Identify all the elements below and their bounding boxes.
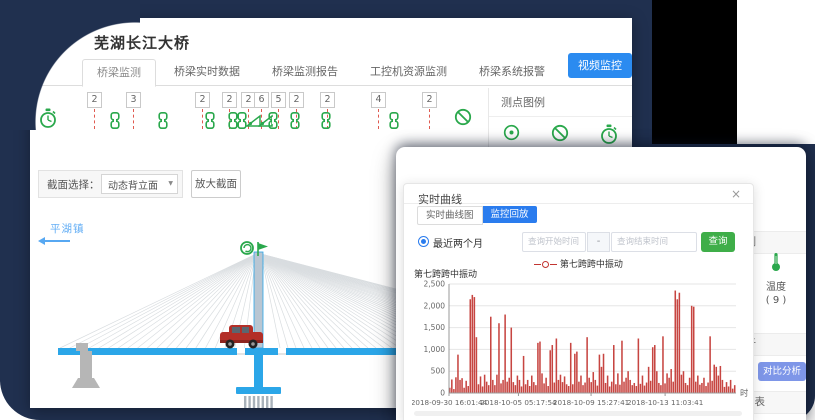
tab-桥梁监测报告[interactable]: 桥梁监测报告 (258, 59, 352, 84)
temperature-label: 温度 (756, 278, 796, 293)
sensor-count-badge: 2 (195, 92, 210, 108)
svg-text:2018-10-09 15:27:41: 2018-10-09 15:27:41 (553, 398, 629, 407)
tab-工控机资源监测[interactable]: 工控机资源监测 (356, 59, 461, 84)
svg-text:2018-09-30 16:01:44: 2018-09-30 16:01:44 (412, 398, 488, 407)
chain-link-sensor-icon[interactable] (205, 112, 215, 133)
tab-bar: 桥梁监测桥梁实时数据桥梁监测报告工控机资源监测桥梁系统报警 视频监控 (30, 59, 632, 86)
sensor-drop-line (133, 109, 134, 129)
svg-text:500: 500 (431, 367, 446, 376)
query-controls: 最近两个月 - 查询 (417, 232, 742, 254)
section-dropdown[interactable]: 动态背立面 ▼ (101, 174, 178, 194)
sensor-drop-line (278, 109, 279, 129)
disabled-sensor-icon[interactable] (551, 124, 569, 149)
chain-link-sensor-icon[interactable] (389, 112, 399, 133)
realtime-curve-modal: 实时曲线 × 实时曲线图 监控回放 最近两个月 - 查询 第七跨跨中振动 第七跨… (403, 183, 754, 420)
tab-桥梁监测[interactable]: 桥梁监测 (82, 59, 156, 87)
popup-window: 测点图例 温度 ( 9 ) 对比分析 对比分析 已选测点列表 实时曲线 × 实时 (396, 147, 806, 420)
enlarge-section-button[interactable]: 放大截面 (191, 170, 241, 198)
sensor-count-badge: 5 (271, 92, 286, 108)
sensor-count-badge: 2 (320, 92, 335, 108)
svg-text:0: 0 (440, 389, 445, 398)
close-icon[interactable]: × (731, 187, 741, 201)
chain-link-sensor-icon[interactable] (321, 112, 331, 133)
sensor-count-badge: 2 (222, 92, 237, 108)
sensor-drop-line (429, 109, 430, 129)
end-time-input[interactable] (611, 232, 697, 252)
bridge-side-label: 平湖镇 (50, 221, 85, 236)
chain-link-sensor-icon[interactable] (158, 112, 168, 133)
chevron-down-icon: ▼ (168, 180, 173, 187)
legend-dash (534, 264, 541, 266)
compare-analysis-button[interactable]: 对比分析 (758, 362, 806, 381)
sensor-drop-line (378, 109, 379, 129)
vibration-chart[interactable]: 第七跨跨中振动 0 500 1,000 1,500 2,000 2,500 2018-09-3… (412, 268, 748, 413)
temperature-legend-item[interactable]: 温度 ( 9 ) (756, 252, 796, 306)
sensor-count-badge: 2 (422, 92, 437, 108)
chain-link-sensor-icon[interactable] (110, 112, 120, 133)
tab-monitor-playback[interactable]: 监控回放 (483, 206, 537, 223)
range-separator: - (587, 232, 610, 252)
background-corner (737, 0, 815, 144)
start-time-input[interactable] (522, 232, 586, 252)
legend-circle-icon (542, 261, 549, 268)
page-title: 芜湖长江大桥 (94, 32, 190, 53)
stopwatch-icon[interactable] (600, 124, 618, 149)
disabled-sensor-icon[interactable] (454, 108, 472, 130)
query-button[interactable]: 查询 (701, 232, 735, 252)
svg-text:2018-10-05 05:17:54: 2018-10-05 05:17:54 (480, 398, 557, 407)
sensor-count-badge: 2 (289, 92, 304, 108)
modal-tab-group: 实时曲线图 监控回放 (417, 206, 537, 225)
sensor-count-badge: 3 (126, 92, 141, 108)
sensor-count-badge: 6 (254, 92, 269, 108)
radio-last-two-months[interactable] (418, 236, 429, 247)
sensor-dot-icon[interactable] (503, 124, 520, 149)
black-video-area (652, 0, 737, 144)
thermometer-icon (770, 252, 782, 272)
chart-scrollbar[interactable] (414, 411, 742, 416)
legend-panel-title: 测点图例 (489, 88, 632, 117)
sensor-drop-line (94, 109, 95, 129)
stopwatch-icon[interactable] (39, 108, 57, 133)
svg-text:时间: 时间 (740, 388, 748, 399)
tab-桥梁系统报警[interactable]: 桥梁系统报警 (465, 59, 559, 84)
tab-桥梁实时数据[interactable]: 桥梁实时数据 (160, 59, 254, 84)
sensor-drop-line (202, 109, 203, 129)
modal-header: 实时曲线 × (404, 184, 753, 204)
svg-text:2018-10-13 11:03:41: 2018-10-13 11:03:41 (627, 398, 703, 407)
sensor-count-badge: 4 (371, 92, 386, 108)
chain-link-sensor-icon[interactable] (290, 112, 300, 133)
modal-title: 实时曲线 (418, 193, 462, 206)
screen: 芜湖长江大桥 桥梁监测桥梁实时数据桥梁监测报告工控机资源监测桥梁系统报警 视频监… (0, 0, 815, 420)
radio-label: 最近两个月 (433, 235, 483, 250)
legend-dash (550, 264, 557, 266)
section-select-label: 截面选择： (47, 177, 100, 192)
svg-text:第七跨跨中振动: 第七跨跨中振动 (414, 268, 477, 280)
chain-link-sensor-icon[interactable] (268, 112, 278, 133)
sensor-count-badge: 2 (87, 92, 102, 108)
section-dropdown-value: 动态背立面 (108, 177, 158, 192)
svg-text:1,000: 1,000 (424, 345, 446, 354)
svg-text:2,500: 2,500 (424, 280, 446, 289)
section-select-bar: 截面选择： 动态背立面 ▼ (38, 170, 183, 198)
temperature-count: ( 9 ) (756, 295, 796, 306)
video-monitor-button[interactable]: 视频监控 (568, 53, 632, 78)
svg-text:2,000: 2,000 (424, 301, 446, 310)
tab-realtime-curve[interactable]: 实时曲线图 (417, 206, 483, 225)
svg-text:1,500: 1,500 (424, 323, 446, 332)
